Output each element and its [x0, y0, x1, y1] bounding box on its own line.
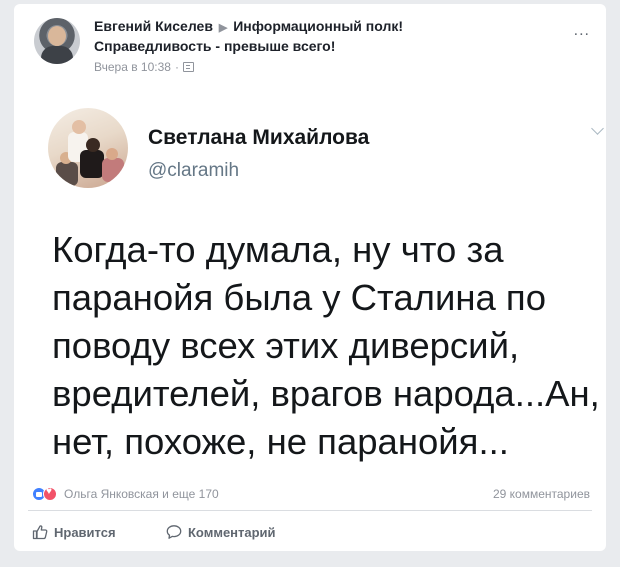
love-reaction-icon: [43, 486, 57, 501]
thumbs-up-icon: [32, 524, 48, 540]
reactions-bar: Ольга Янковская и еще 170 29 комментарие…: [14, 480, 606, 510]
tweet-line: нет, похоже, не паранойя...: [52, 421, 509, 462]
author-avatar[interactable]: [34, 18, 80, 64]
group-name-line2[interactable]: Справедливость - превыше всего!: [94, 38, 335, 54]
reactions-summary[interactable]: Ольга Янковская и еще 170: [64, 487, 219, 501]
avatar-face: [48, 26, 66, 46]
post-header: Евгений Киселев ▶ Информационный полк! С…: [14, 4, 606, 84]
post-title-line: Евгений Киселев ▶ Информационный полк!: [94, 18, 403, 34]
post-meta: Вчера в 10:38 ·: [94, 60, 194, 74]
tweet-line: поводу всех этих диверсий,: [52, 325, 520, 366]
like-button[interactable]: Нравится: [32, 524, 116, 540]
tweet-line: паранойя была у Сталина по: [52, 277, 546, 318]
share-arrow-icon: ▶: [218, 22, 228, 34]
comment-button-label: Комментарий: [188, 524, 276, 540]
post-timestamp[interactable]: Вчера в 10:38: [94, 60, 171, 74]
comments-count-link[interactable]: 29 комментариев: [493, 487, 590, 501]
chevron-down-icon: [591, 122, 604, 135]
facebook-post-card: Евгений Киселев ▶ Информационный полк! С…: [14, 4, 606, 551]
author-name-link[interactable]: Евгений Киселев: [94, 18, 213, 34]
post-actions: Нравится Комментарий: [14, 514, 606, 550]
avatar-body: [41, 46, 73, 64]
actions-divider: [28, 510, 592, 511]
tweet-body: Когда-то думала, ну что за паранойя была…: [52, 226, 606, 466]
tweet-screenshot: Светлана Михайлова @claramih Когда-то ду…: [14, 84, 606, 477]
tweet-author-name: Светлана Михайлова: [148, 126, 370, 149]
comment-button[interactable]: Комментарий: [166, 524, 276, 540]
comment-bubble-icon: [166, 524, 182, 540]
tweet-line: Когда-то думала, ну что за: [52, 229, 504, 270]
more-options-button[interactable]: ...: [574, 22, 590, 40]
tweet-author-avatar: [48, 108, 128, 188]
tweet-author-handle: @claramih: [148, 160, 240, 181]
like-button-label: Нравится: [54, 524, 116, 540]
group-privacy-icon: [182, 62, 194, 72]
group-name-link[interactable]: Информационный полк!: [233, 18, 403, 34]
reaction-icons[interactable]: [32, 486, 60, 501]
meta-separator: ·: [174, 60, 179, 74]
tweet-line: вредителей, врагов народа...Ан,: [52, 373, 600, 414]
